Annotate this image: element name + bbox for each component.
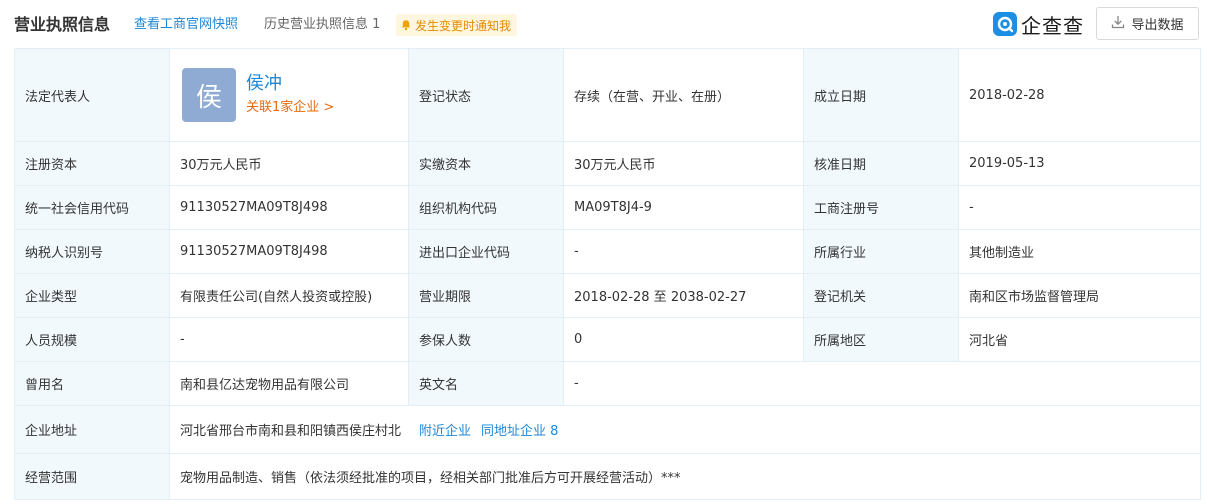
scope-value: 宠物用品制造、销售（依法须经批准的项目，经相关部门批准后方可开展经营活动）*** bbox=[169, 453, 1201, 500]
legal-rep-label: 法定代表人 bbox=[14, 48, 170, 142]
reg-status-label: 登记状态 bbox=[408, 48, 564, 142]
scope-label: 经营范围 bbox=[14, 453, 170, 500]
table-row: 企业地址 河北省邢台市南和县和阳镇西侯庄村北 附近企业 同地址企业 8 bbox=[14, 405, 1201, 454]
reg-authority-label: 登记机关 bbox=[803, 273, 959, 318]
reg-status-value: 存续（在营、开业、在册） bbox=[563, 48, 804, 142]
related-companies-link[interactable]: 关联1家企业 > bbox=[246, 98, 334, 118]
org-code-value: MA09T8J4-9 bbox=[563, 185, 804, 230]
download-icon bbox=[1111, 15, 1125, 33]
insured-value: 0 bbox=[563, 317, 804, 362]
approval-date-value: 2019-05-13 bbox=[958, 141, 1201, 186]
change-notify-label: 发生变更时通知我 bbox=[415, 18, 512, 33]
approval-date-label: 核准日期 bbox=[803, 141, 959, 186]
history-license-link[interactable]: 历史营业执照信息 1 bbox=[264, 16, 380, 34]
taxpayer-id-label: 纳税人识别号 bbox=[14, 229, 170, 274]
staff-size-label: 人员规模 bbox=[14, 317, 170, 362]
taxpayer-id-value: 91130527MA09T8J498 bbox=[169, 229, 409, 274]
table-row: 法定代表人 侯 侯冲 关联1家企业 > 登记状态 存续（在营、开业、在册） 成立… bbox=[14, 48, 1201, 142]
reg-number-label: 工商注册号 bbox=[803, 185, 959, 230]
address-cell: 河北省邢台市南和县和阳镇西侯庄村北 附近企业 同地址企业 8 bbox=[169, 405, 1201, 454]
insured-label: 参保人数 bbox=[408, 317, 564, 362]
legal-rep-cell: 侯 侯冲 关联1家企业 > bbox=[169, 48, 409, 142]
industry-value: 其他制造业 bbox=[958, 229, 1201, 274]
reg-capital-label: 注册资本 bbox=[14, 141, 170, 186]
english-name-label: 英文名 bbox=[408, 361, 564, 406]
table-row: 注册资本 30万元人民币 实缴资本 30万元人民币 核准日期 2019-05-1… bbox=[14, 141, 1201, 186]
official-snapshot-link[interactable]: 查看工商官网快照 bbox=[134, 16, 238, 34]
export-data-button[interactable]: 导出数据 bbox=[1096, 7, 1199, 40]
org-code-label: 组织机构代码 bbox=[408, 185, 564, 230]
former-name-value: 南和县亿达宠物用品有限公司 bbox=[169, 361, 409, 406]
former-name-label: 曾用名 bbox=[14, 361, 170, 406]
logo-text: 企查查 bbox=[1021, 13, 1084, 38]
paid-capital-label: 实缴资本 bbox=[408, 141, 564, 186]
avatar[interactable]: 侯 bbox=[182, 68, 236, 122]
change-notify-button[interactable]: 发生变更时通知我 bbox=[396, 14, 518, 36]
history-license-label: 历史营业执照信息 bbox=[264, 17, 369, 32]
table-row: 经营范围 宠物用品制造、销售（依法须经批准的项目，经相关部门批准后方可开展经营活… bbox=[14, 453, 1201, 500]
region-value: 河北省 bbox=[958, 317, 1201, 362]
address-value: 河北省邢台市南和县和阳镇西侯庄村北 bbox=[180, 424, 402, 439]
legal-rep-name-link[interactable]: 侯冲 bbox=[246, 72, 334, 96]
table-row: 纳税人识别号 91130527MA09T8J498 进出口企业代码 - 所属行业… bbox=[14, 229, 1201, 274]
business-term-value: 2018-02-28 至 2038-02-27 bbox=[563, 273, 804, 318]
paid-capital-value: 30万元人民币 bbox=[563, 141, 804, 186]
bell-icon bbox=[400, 19, 412, 31]
credit-code-value: 91130527MA09T8J498 bbox=[169, 185, 409, 230]
table-row: 企业类型 有限责任公司(自然人投资或控股) 营业期限 2018-02-28 至 … bbox=[14, 273, 1201, 318]
export-data-label: 导出数据 bbox=[1131, 18, 1184, 33]
region-label: 所属地区 bbox=[803, 317, 959, 362]
address-label: 企业地址 bbox=[14, 405, 170, 454]
english-name-value: - bbox=[563, 361, 1201, 406]
company-type-label: 企业类型 bbox=[14, 273, 170, 318]
reg-capital-value: 30万元人民币 bbox=[169, 141, 409, 186]
established-value: 2018-02-28 bbox=[958, 48, 1201, 142]
reg-number-value: - bbox=[958, 185, 1201, 230]
qichacha-logo-icon bbox=[993, 12, 1017, 36]
section-title: 营业执照信息 bbox=[14, 15, 111, 34]
staff-size-value: - bbox=[169, 317, 409, 362]
section-header: 营业执照信息 查看工商官网快照 历史营业执照信息 1 发生变更时通知我 企查查 … bbox=[0, 0, 1208, 48]
business-term-label: 营业期限 bbox=[408, 273, 564, 318]
industry-label: 所属行业 bbox=[803, 229, 959, 274]
table-row: 统一社会信用代码 91130527MA09T8J498 组织机构代码 MA09T… bbox=[14, 185, 1201, 230]
established-label: 成立日期 bbox=[803, 48, 959, 142]
import-export-value: - bbox=[563, 229, 804, 274]
nearby-companies-link[interactable]: 附近企业 bbox=[419, 424, 471, 439]
history-license-count: 1 bbox=[372, 17, 381, 32]
table-row: 曾用名 南和县亿达宠物用品有限公司 英文名 - bbox=[14, 361, 1201, 406]
import-export-label: 进出口企业代码 bbox=[408, 229, 564, 274]
credit-code-label: 统一社会信用代码 bbox=[14, 185, 170, 230]
qichacha-logo: 企查查 bbox=[993, 9, 1084, 39]
reg-authority-value: 南和区市场监督管理局 bbox=[958, 273, 1201, 318]
business-license-table: 法定代表人 侯 侯冲 关联1家企业 > 登记状态 存续（在营、开业、在册） 成立… bbox=[14, 48, 1201, 500]
same-address-companies-link[interactable]: 同地址企业 8 bbox=[481, 424, 558, 439]
table-row: 人员规模 - 参保人数 0 所属地区 河北省 bbox=[14, 317, 1201, 362]
company-type-value: 有限责任公司(自然人投资或控股) bbox=[169, 273, 409, 318]
